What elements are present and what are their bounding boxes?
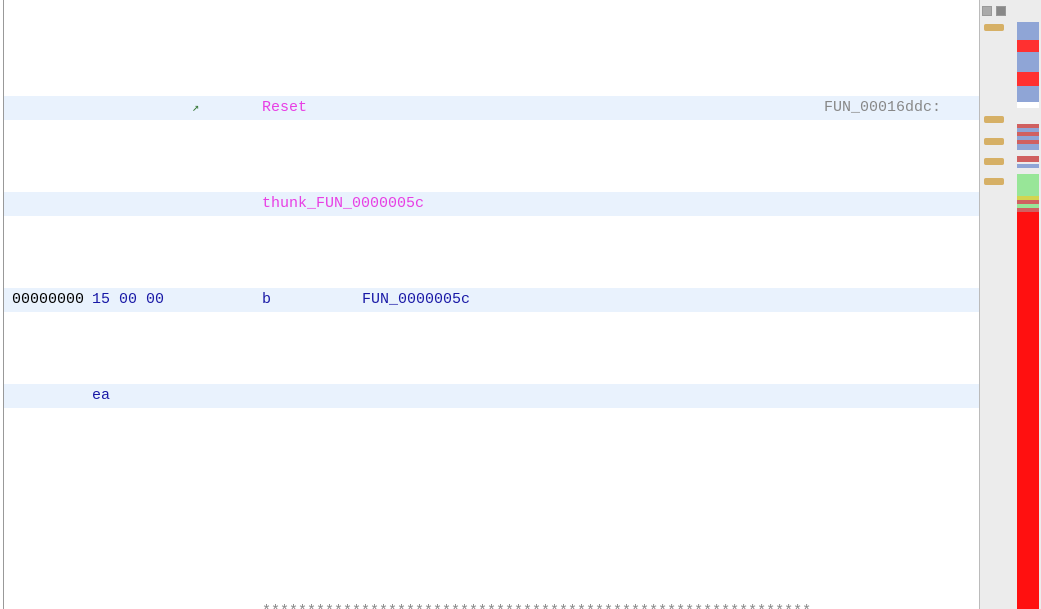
thunk-name[interactable]: thunk_FUN_0000005c <box>262 192 462 216</box>
bytes-cont: ea <box>92 384 192 408</box>
xref-top[interactable]: FUN_00016ddc: <box>824 96 979 120</box>
overview-bookmark[interactable] <box>984 158 1004 165</box>
listing-panel[interactable]: ↗ Reset FUN_00016ddc: thunk_FUN_0000005c… <box>3 0 979 609</box>
blank-row <box>4 480 979 504</box>
overview-bookmark[interactable] <box>984 116 1004 123</box>
listing-row: ea <box>4 384 979 408</box>
overview-segment[interactable] <box>1017 86 1039 102</box>
overview-segment[interactable] <box>1017 72 1039 86</box>
listing-row: ↗ Reset FUN_00016ddc: <box>4 96 979 120</box>
overview-bookmark[interactable] <box>984 24 1004 31</box>
overview-segment[interactable] <box>1017 102 1039 108</box>
listing-row: ****************************************… <box>4 600 979 609</box>
overview-bookmark[interactable] <box>984 138 1004 145</box>
overview-segment[interactable] <box>1017 174 1039 196</box>
entry-arrow-icon: ↗ <box>192 96 206 120</box>
overview-marker <box>996 6 1006 16</box>
mnemonic: b <box>262 288 362 312</box>
divider: ****************************************… <box>262 600 842 609</box>
listing-row: thunk_FUN_0000005c <box>4 192 979 216</box>
overview-segment[interactable] <box>1017 144 1039 150</box>
divider-dots: ... <box>842 600 869 609</box>
address[interactable]: 00000000 <box>12 288 92 312</box>
operand[interactable]: FUN_0000005c <box>362 288 979 312</box>
overview-segment[interactable] <box>1017 52 1039 72</box>
overview-marker <box>982 6 992 16</box>
reset-label[interactable]: Reset <box>262 96 362 120</box>
overview-bookmark[interactable] <box>984 178 1004 185</box>
overview-segment[interactable] <box>1017 164 1039 168</box>
overview-segment[interactable] <box>1017 156 1039 162</box>
overview-segment[interactable] <box>1017 22 1039 40</box>
listing-row[interactable]: 00000000 15 00 00 b FUN_0000005c <box>4 288 979 312</box>
bytes: 15 00 00 <box>92 288 192 312</box>
overview-ruler[interactable] <box>979 0 1041 609</box>
overview-segment[interactable] <box>1017 212 1039 609</box>
overview-segment[interactable] <box>1017 40 1039 52</box>
